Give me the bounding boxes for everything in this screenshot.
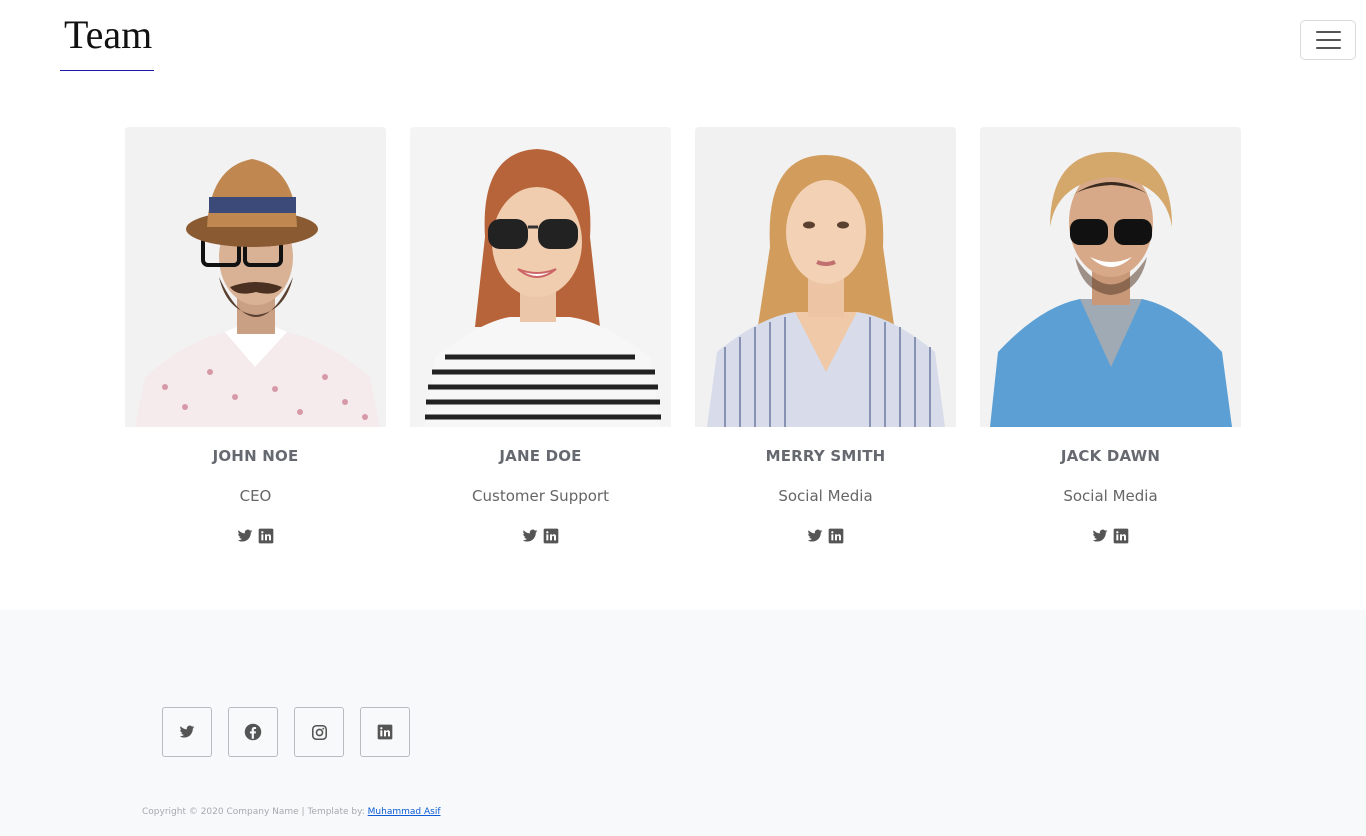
facebook-icon — [244, 723, 262, 741]
linkedin-icon[interactable] — [1113, 528, 1129, 544]
hamburger-icon-line — [1316, 47, 1341, 49]
team-member-name: JOHN NOE — [212, 447, 299, 465]
team-member-role: Social Media — [778, 487, 873, 505]
page-title: Team — [64, 12, 153, 57]
member-social-links — [410, 528, 671, 544]
copyright-text: Copyright © 2020 Company Name | Template… — [142, 807, 440, 817]
hamburger-icon-line — [1316, 39, 1341, 41]
team-member-name: JANE DOE — [499, 447, 582, 465]
footer-instagram-button[interactable] — [294, 707, 344, 757]
member-social-links — [980, 528, 1241, 544]
footer-facebook-button[interactable] — [228, 707, 278, 757]
hamburger-icon — [1316, 31, 1341, 33]
twitter-icon[interactable] — [807, 528, 823, 544]
page-title-block: Team — [60, 12, 154, 71]
team-member-photo — [125, 127, 386, 427]
team-card: JACK DAWN Social Media — [980, 127, 1241, 557]
footer-linkedin-button[interactable] — [360, 707, 410, 757]
team-member-photo — [695, 127, 956, 427]
member-social-links — [125, 528, 386, 544]
member-social-links — [695, 528, 956, 544]
team-member-role: CEO — [239, 487, 272, 505]
team-member-role: Social Media — [1063, 487, 1158, 505]
team-member-role: Customer Support — [472, 487, 609, 505]
team-member-name: MERRY SMITH — [765, 447, 886, 465]
twitter-icon[interactable] — [522, 528, 538, 544]
instagram-icon — [311, 724, 327, 740]
team-member-photo — [410, 127, 671, 427]
team-member-name: JACK DAWN — [1060, 447, 1161, 465]
linkedin-icon[interactable] — [258, 528, 274, 544]
twitter-icon — [179, 725, 195, 738]
team-member-photo — [980, 127, 1241, 427]
menu-toggle-button[interactable] — [1300, 20, 1356, 60]
team-card: MERRY SMITH Social Media — [695, 127, 956, 557]
linkedin-icon — [377, 724, 393, 740]
footer-twitter-button[interactable] — [162, 707, 212, 757]
linkedin-icon[interactable] — [828, 528, 844, 544]
copyright-label: Copyright © 2020 Company Name | Template… — [142, 807, 368, 817]
footer: Copyright © 2020 Company Name | Template… — [0, 610, 1366, 836]
linkedin-icon[interactable] — [543, 528, 559, 544]
author-link[interactable]: Muhammad Asif — [368, 807, 441, 817]
team-card: JANE DOE Customer Support — [410, 127, 671, 557]
team-card: JOHN NOE CEO — [125, 127, 386, 557]
twitter-icon[interactable] — [1092, 528, 1108, 544]
twitter-icon[interactable] — [237, 528, 253, 544]
